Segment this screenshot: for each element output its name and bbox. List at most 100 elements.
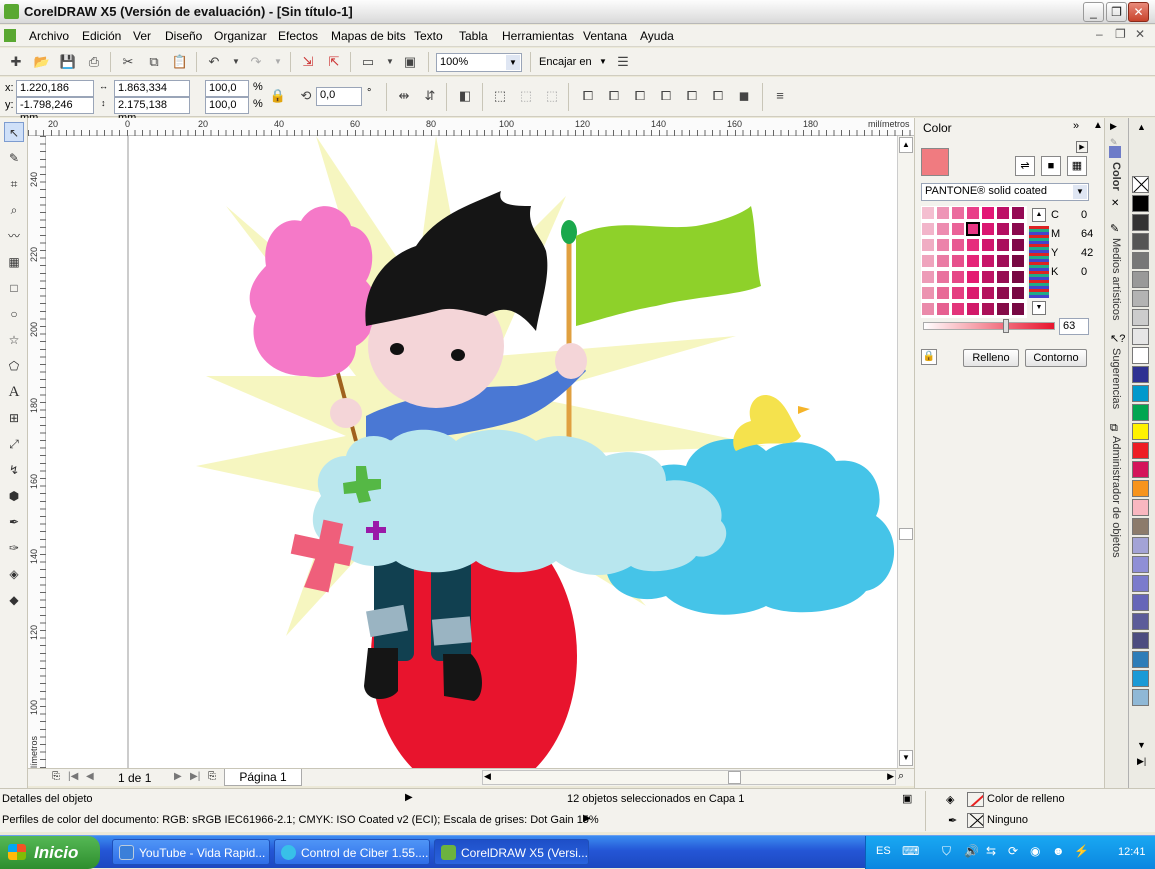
snap-to-button[interactable]: Encajar en [539, 56, 592, 68]
task-control-ciber[interactable]: Control de Ciber 1.55.... [274, 839, 430, 865]
freehand-tool-icon[interactable]: 〰 [4, 226, 24, 246]
grid-swatch[interactable] [1011, 206, 1025, 220]
grid-swatch[interactable] [981, 286, 995, 300]
menu-herramientas[interactable]: Herramientas [502, 29, 574, 43]
y-position-field[interactable]: -1.798,246 mm [16, 97, 94, 124]
break-apart-icon[interactable]: ⬚ [516, 86, 536, 106]
palette-swatch[interactable] [1132, 594, 1149, 611]
fill-color-indicator[interactable] [967, 792, 984, 807]
application-launcher-icon[interactable]: ▭ [358, 52, 378, 72]
vertical-ruler[interactable]: 240 220 200 180 160 140 120 100 milímetr… [28, 136, 46, 778]
horizontal-scrollbar[interactable]: ◀ ▶ [482, 770, 896, 785]
grid-swatch[interactable] [921, 238, 935, 252]
group-icon[interactable]: ◧ [455, 86, 475, 106]
open-icon[interactable]: 📂 [32, 52, 52, 72]
snap-dropdown-icon[interactable]: ▼ [599, 57, 607, 66]
scroll-left-button[interactable]: ◀ [484, 771, 491, 782]
grid-swatch[interactable] [951, 222, 965, 236]
h-scroll-thumb[interactable] [728, 771, 741, 784]
grid-swatch[interactable] [951, 270, 965, 284]
polygon-tool-icon[interactable]: ☆ [4, 330, 24, 350]
grid-swatch[interactable] [1011, 238, 1025, 252]
task-youtube[interactable]: YouTube - Vida Rapid... [112, 839, 270, 865]
language-indicator[interactable]: ES [876, 845, 891, 857]
tab-color[interactable]: Color [1110, 162, 1122, 191]
grid-swatch[interactable] [936, 286, 950, 300]
tab-artistic-media[interactable]: Medios artísticos [1110, 238, 1122, 321]
basic-shapes-tool-icon[interactable]: ⬠ [4, 356, 24, 376]
undo-icon[interactable]: ↶ [204, 52, 224, 72]
trim-icon[interactable]: ⧠ [604, 86, 624, 106]
grid-swatch[interactable] [921, 270, 935, 284]
palette-swatch[interactable] [1132, 651, 1149, 668]
export-icon[interactable]: ⇱ [324, 52, 344, 72]
grid-swatch[interactable] [936, 222, 950, 236]
grid-swatch[interactable] [936, 254, 950, 268]
doc-restore-button[interactable]: ❐ [1115, 27, 1126, 41]
menu-tabla[interactable]: Tabla [459, 29, 488, 43]
shape-tool-icon[interactable]: ✎ [4, 148, 24, 168]
grid-swatch[interactable] [936, 270, 950, 284]
palette-swatch[interactable] [1132, 214, 1149, 231]
menu-texto[interactable]: Texto [414, 29, 443, 43]
palette-swatch[interactable] [1132, 195, 1149, 212]
palette-swatch[interactable] [1132, 689, 1149, 706]
palette-swatch[interactable] [1132, 556, 1149, 573]
align-distribute-icon[interactable]: ≡ [770, 86, 790, 106]
redo-dropdown-icon[interactable]: ▼ [268, 52, 288, 72]
grid-swatch[interactable] [951, 254, 965, 268]
palette-swatch[interactable] [1132, 480, 1149, 497]
usb-icon[interactable]: ⚡ [1074, 844, 1089, 858]
no-color-swatch[interactable] [1132, 176, 1149, 193]
task-coreldraw[interactable]: CorelDRAW X5 (Versi... [434, 839, 589, 865]
antivirus-icon[interactable]: ◉ [1030, 844, 1040, 858]
grid-swatch[interactable] [966, 222, 980, 236]
palette-swatch[interactable] [1132, 575, 1149, 592]
grid-swatch[interactable] [996, 206, 1010, 220]
x-position-field[interactable]: 1.220,186 mm [16, 80, 94, 107]
menu-ver[interactable]: Ver [133, 29, 151, 43]
last-page-icon[interactable]: ▶| [190, 771, 200, 782]
grid-swatch[interactable] [1011, 222, 1025, 236]
grid-swatch[interactable] [1011, 270, 1025, 284]
palette-swatch[interactable] [1132, 537, 1149, 554]
grid-swatch[interactable] [966, 206, 980, 220]
volume-icon[interactable]: 🔊 [964, 844, 979, 858]
palette-swatch[interactable] [1132, 271, 1149, 288]
combine-icon[interactable]: ⬚ [490, 86, 510, 106]
interactive-fill-tool-icon[interactable]: ◆ [4, 590, 24, 610]
lock-icon[interactable]: 🔒 [921, 349, 937, 365]
grid-swatch[interactable] [951, 302, 965, 316]
grid-swatch[interactable] [981, 206, 995, 220]
palette-swatch[interactable] [1132, 632, 1149, 649]
ellipse-tool-icon[interactable]: ○ [4, 304, 24, 324]
paste-icon[interactable]: 📋 [170, 52, 190, 72]
grid-swatch[interactable] [951, 286, 965, 300]
outline-pen-tool-icon[interactable]: ✑ [4, 538, 24, 558]
connector-tool-icon[interactable]: ↯ [4, 460, 24, 480]
grid-swatch[interactable] [1011, 286, 1025, 300]
menu-ayuda[interactable]: Ayuda [640, 29, 674, 43]
palette-swatch[interactable] [1132, 385, 1149, 402]
palette-swatch[interactable] [1132, 461, 1149, 478]
navigator-zoom-icon[interactable]: ⌕ [898, 770, 904, 783]
menu-ventana[interactable]: Ventana [583, 29, 627, 43]
dimension-tool-icon[interactable]: ⤢ [4, 434, 24, 454]
color-viewers-icon[interactable]: ■ [1041, 156, 1061, 176]
print-icon[interactable]: ⎙ [84, 52, 104, 72]
lock-ratio-icon[interactable]: 🔒 [268, 86, 288, 106]
grid-swatch[interactable] [981, 254, 995, 268]
palette-swatch[interactable] [1132, 518, 1149, 535]
color-sliders-icon[interactable]: ⇌ [1015, 156, 1035, 176]
outline-color-indicator[interactable] [967, 813, 984, 828]
grid-swatch[interactable] [981, 302, 995, 316]
color-strip[interactable] [1029, 226, 1049, 298]
shield-icon[interactable]: ⛉ [942, 844, 951, 859]
palette-scroll-up-icon[interactable]: ▲ [1137, 122, 1146, 132]
grid-swatch[interactable] [996, 286, 1010, 300]
mirror-horizontal-icon[interactable]: ⇹ [394, 86, 414, 106]
minimize-button[interactable]: _ [1083, 2, 1104, 22]
crop-tool-icon[interactable]: ⌗ [4, 174, 24, 194]
tint-slider-thumb[interactable] [1003, 319, 1009, 333]
scroll-right-button[interactable]: ▶ [887, 771, 894, 782]
